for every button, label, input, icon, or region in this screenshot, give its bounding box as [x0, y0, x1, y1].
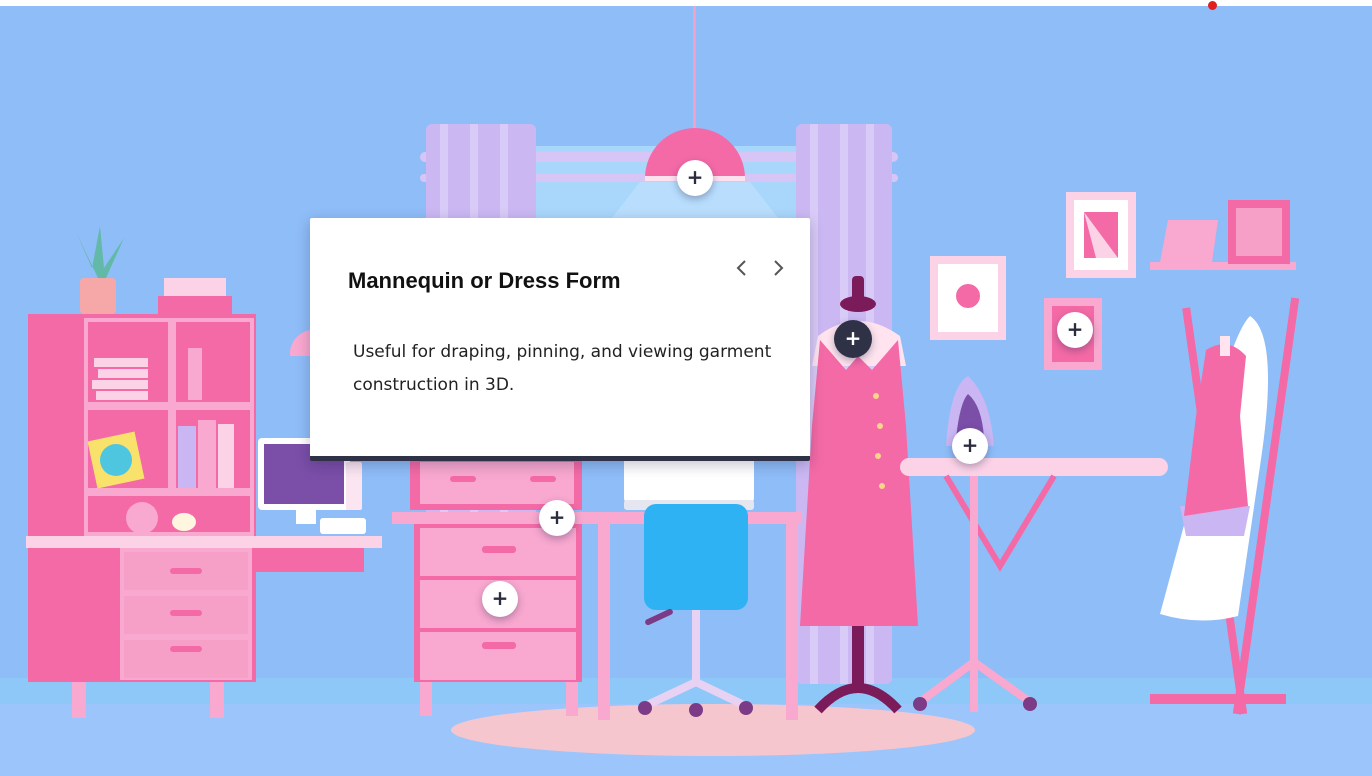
hotspot-mannequin[interactable]: +: [834, 320, 872, 358]
popup-title: Mannequin or Dress Form: [348, 268, 621, 293]
plus-icon: +: [686, 165, 704, 189]
prev-button[interactable]: [730, 256, 754, 280]
plus-icon: +: [491, 586, 509, 610]
hotspot-lamp[interactable]: +: [677, 160, 713, 196]
hotspot-wall-frame[interactable]: +: [1057, 312, 1093, 348]
plus-icon: +: [548, 505, 566, 529]
plus-icon: +: [961, 433, 979, 457]
plus-icon: +: [844, 326, 862, 350]
hotspot-info-popup: Mannequin or Dress Form Useful for drapi…: [310, 218, 810, 461]
popup-description: Useful for draping, pinning, and viewing…: [353, 342, 772, 395]
hotspot-iron[interactable]: +: [952, 428, 988, 464]
chevron-right-icon: [774, 260, 784, 276]
hotspot-desk[interactable]: +: [539, 500, 575, 536]
hotspot-drawer[interactable]: +: [482, 581, 518, 617]
status-indicator-dot: [1208, 1, 1217, 10]
chevron-left-icon: [736, 260, 746, 276]
plus-icon: +: [1066, 317, 1084, 341]
next-button[interactable]: [766, 256, 790, 280]
